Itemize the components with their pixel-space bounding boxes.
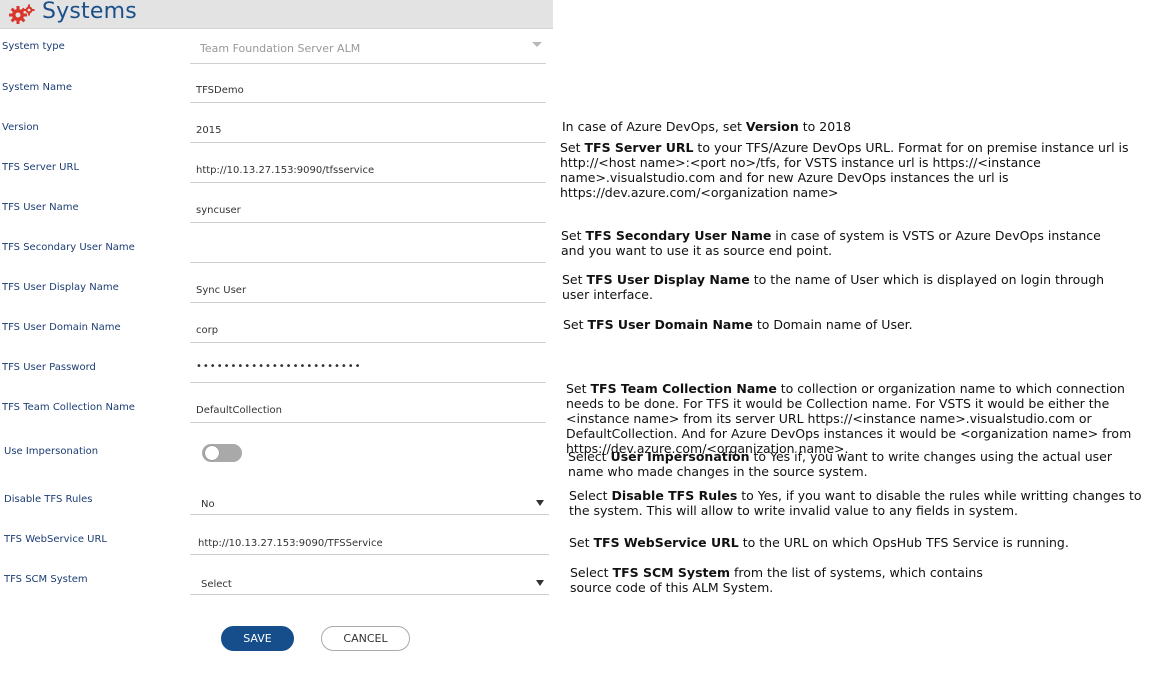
secondary-user-label: TFS Secondary User Name [2,242,135,253]
user-name-value: syncuser [196,205,241,216]
system-name-input[interactable]: TFSDemo [190,65,546,103]
team-collection-input[interactable]: DefaultCollection [190,385,546,423]
domain-name-value: corp [196,325,219,336]
system-type-label: System type [2,41,65,52]
help-team-collection: Set TFS Team Collection Name to collecti… [566,381,1132,456]
password-input[interactable]: •••••••••••••••••••••••• [190,345,546,383]
help-domain-name: Set TFS User Domain Name to Domain name … [563,317,913,332]
password-label: TFS User Password [2,362,96,373]
webservice-url-label: TFS WebService URL [4,534,107,545]
help-disable-rules: Select Disable TFS Rules to Yes, if you … [569,488,1142,518]
scm-system-select[interactable]: Select [190,557,549,595]
domain-name-input[interactable]: corp [190,305,546,343]
version-value: 2015 [196,125,222,136]
display-name-input[interactable]: Sync User [190,265,546,303]
disable-rules-value: No [201,499,215,510]
help-webservice-url: Set TFS WebService URL to the URL on whi… [569,535,1069,550]
page-title: Systems [42,0,137,24]
server-url-label: TFS Server URL [2,162,80,173]
disable-rules-select[interactable]: No [190,477,549,515]
cancel-button[interactable]: CANCEL [321,626,410,651]
help-version: In case of Azure DevOps, set Version to … [562,119,852,134]
version-label: Version [2,122,39,133]
domain-name-label: TFS User Domain Name [2,322,121,333]
team-collection-value: DefaultCollection [196,405,283,416]
help-display-name: Set TFS User Display Name to the name of… [562,272,1105,302]
chevron-down-icon [536,500,544,506]
help-scm-system: Select TFS SCM System from the list of s… [570,565,983,595]
user-name-label: TFS User Name [2,202,79,213]
system-type-select[interactable]: Team Foundation Server ALM [190,26,546,64]
save-button[interactable]: SAVE [221,626,294,651]
help-secondary-user: Set TFS Secondary User Name in case of s… [561,228,1101,258]
webservice-url-input[interactable]: http://10.13.27.153:9090/TFSService [190,517,549,555]
disable-rules-label: Disable TFS Rules [4,494,93,505]
version-input[interactable]: 2015 [190,105,546,143]
server-url-input[interactable]: http://10.13.27.153:9090/tfsservice [190,145,546,183]
scm-system-label: TFS SCM System [4,574,88,585]
user-name-input[interactable]: syncuser [190,185,546,223]
toggle-knob [205,446,219,460]
scm-system-value: Select [201,579,232,590]
secondary-user-input[interactable] [190,225,546,263]
impersonation-label: Use Impersonation [4,446,99,457]
password-value: •••••••••••••••••••••••• [196,361,362,372]
gears-icon [9,4,35,24]
page-header: Systems [0,0,553,29]
webservice-url-value: http://10.13.27.153:9090/TFSService [198,538,383,549]
system-name-label: System Name [2,82,72,93]
help-impersonation: Select User Impersonation to Yes if, you… [568,449,1112,479]
system-name-value: TFSDemo [196,85,244,96]
chevron-down-icon [536,580,544,586]
display-name-value: Sync User [196,285,247,296]
impersonation-toggle[interactable] [202,444,242,462]
team-collection-label: TFS Team Collection Name [2,402,135,413]
system-type-value: Team Foundation Server ALM [200,42,361,55]
help-server-url: Set TFS Server URL to your TFS/Azure Dev… [560,140,1129,200]
display-name-label: TFS User Display Name [2,282,119,293]
chevron-down-icon [532,42,542,47]
server-url-value: http://10.13.27.153:9090/tfsservice [196,165,375,176]
